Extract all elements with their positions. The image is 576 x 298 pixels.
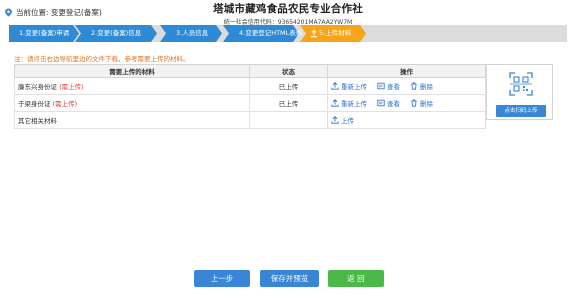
- delete-button[interactable]: 删除: [410, 98, 433, 108]
- delete-label: 删除: [420, 100, 433, 108]
- reupload-button[interactable]: 重新上传: [331, 81, 367, 91]
- reupload-label: 重新上传: [341, 100, 367, 108]
- view-label: 查看: [387, 100, 400, 108]
- step-4-label: 4.变更登记HTML表格: [239, 29, 303, 37]
- save-preview-button[interactable]: 保存并预览: [260, 270, 319, 287]
- actions-cell: 重新上传 查看 删除: [327, 77, 486, 95]
- view-icon: [377, 99, 385, 107]
- view-label: 查看: [387, 83, 400, 91]
- upload-label: 上传: [341, 117, 354, 125]
- header-material: 需要上传的材料: [14, 64, 250, 78]
- table-row: 廉东兴身份证 (需上传) 已上传 重新上传 查看 删除: [14, 77, 486, 95]
- status-cell: [249, 111, 328, 129]
- material-cell: 其它相关材料: [14, 111, 250, 129]
- qr-scan-icon[interactable]: [509, 72, 533, 96]
- company-header: 塔城市藏鸡食品农民专业合作社 统一社会信用代码：93654201MA7AA2YW…: [0, 1, 576, 26]
- step-3-label: 3.人员信息: [176, 29, 209, 37]
- company-name: 塔城市藏鸡食品农民专业合作社: [213, 3, 363, 15]
- reupload-button[interactable]: 重新上传: [331, 98, 367, 108]
- material-name: 其它相关材料: [18, 117, 57, 125]
- reupload-label: 重新上传: [341, 83, 367, 91]
- status-cell: 已上传: [249, 77, 328, 95]
- step-1-label: 1.变更(备案)申请: [19, 29, 70, 37]
- step-2[interactable]: 2.变更(备案)信息: [75, 25, 159, 42]
- step-2-label: 2.变更(备案)信息: [91, 29, 142, 37]
- header-actions: 操作: [327, 64, 486, 78]
- trash-icon: [411, 99, 417, 107]
- step-3[interactable]: 3.人员信息: [160, 25, 222, 42]
- required-tag: (需上传): [59, 83, 84, 91]
- step-4[interactable]: 4.变更登记HTML表格: [223, 25, 303, 42]
- prev-step-button[interactable]: 上一步: [194, 270, 250, 287]
- step-5-label: 5.上传材料: [319, 29, 352, 37]
- actions-cell: 上传: [327, 111, 486, 129]
- upload-icon: [331, 99, 339, 107]
- upload-button[interactable]: 上传: [331, 115, 354, 125]
- table-header-row: 需要上传的材料 状态 操作: [14, 64, 486, 78]
- actions-cell: 重新上传 查看 删除: [327, 94, 486, 112]
- table-row: 于梁身份证 (需上传) 已上传 重新上传 查看 删除: [14, 94, 486, 112]
- step-5-current[interactable]: 5.上传材料: [300, 25, 366, 42]
- scan-upload-button[interactable]: 点击扫码上传: [496, 105, 546, 117]
- delete-button[interactable]: 删除: [410, 81, 433, 91]
- material-cell: 廉东兴身份证 (需上传): [14, 77, 250, 95]
- upload-icon: [331, 82, 339, 90]
- table-row: 其它相关材料 上传: [14, 111, 486, 129]
- upload-icon: [331, 116, 339, 124]
- material-name: 于梁身份证: [18, 100, 51, 108]
- materials-table: 需要上传的材料 状态 操作 廉东兴身份证 (需上传) 已上传 重新上传 查看 删…: [14, 64, 486, 129]
- trash-icon: [411, 82, 417, 90]
- upload-note: 注：请点击右边导航里边的文件下载，参考需要上传的材料。: [14, 55, 190, 63]
- view-button[interactable]: 查看: [377, 98, 400, 108]
- view-button[interactable]: 查看: [377, 81, 400, 91]
- required-tag: (需上传): [52, 100, 78, 108]
- status-cell: 已上传: [249, 94, 328, 112]
- step-1[interactable]: 1.变更(备案)申请: [9, 25, 79, 42]
- qr-upload-panel: 点击扫码上传: [486, 64, 553, 120]
- step-progress-bar: 1.变更(备案)申请 2.变更(备案)信息 3.人员信息 4.变更登记HTML表…: [9, 25, 567, 42]
- view-icon: [377, 82, 385, 90]
- material-name: 廉东兴身份证: [18, 83, 57, 91]
- back-button[interactable]: 返 回: [328, 270, 384, 287]
- upload-arrow-icon: [311, 29, 317, 38]
- material-cell: 于梁身份证 (需上传): [14, 94, 250, 112]
- header-status: 状态: [249, 64, 328, 78]
- delete-label: 删除: [420, 83, 433, 91]
